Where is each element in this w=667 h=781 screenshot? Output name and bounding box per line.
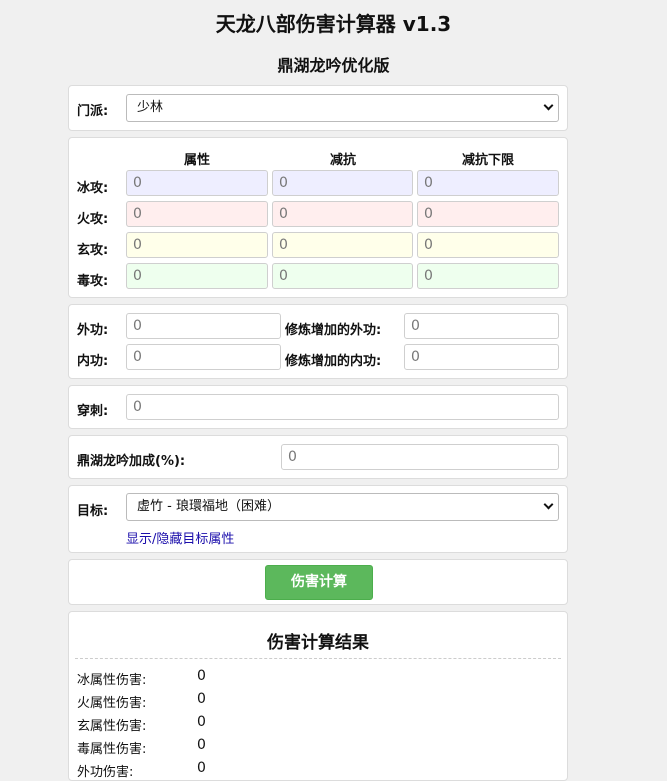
outer-bonus-input[interactable]: 0 [404, 313, 559, 339]
attributes-card: 属性 减抗 减抗下限 冰攻: 0 0 0 火攻: 0 0 0 玄攻: 0 0 0… [68, 137, 568, 298]
poison-attr-input[interactable]: 0 [126, 263, 268, 289]
calculate-button[interactable]: 伤害计算 [265, 565, 373, 600]
toggle-target-attributes-link[interactable]: 显示/隐藏目标属性 [126, 528, 234, 547]
target-select-value: 虚竹 - 琅環福地（困难） [137, 499, 280, 514]
sect-label: 门派: [77, 104, 109, 119]
outer-bonus-label: 修炼增加的外功: [285, 323, 382, 338]
inner-bonus-label: 修炼增加的内功: [285, 354, 382, 369]
results-title: 伤害计算结果 [267, 633, 369, 653]
result-fire-value: 0 [197, 691, 206, 707]
result-mystic-label: 玄属性伤害: [77, 719, 147, 734]
fire-reduce-input[interactable]: 0 [272, 201, 413, 227]
result-ice-value: 0 [197, 668, 206, 684]
fire-floor-input[interactable]: 0 [417, 201, 559, 227]
ice-label: 冰攻: [77, 181, 109, 196]
poison-label: 毒攻: [77, 274, 109, 289]
outer-attack-label: 外功: [77, 323, 109, 338]
page-title: 天龙八部伤害计算器 v1.3 [215, 12, 452, 36]
result-poison-label: 毒属性伤害: [77, 742, 147, 757]
col-header-resist-floor: 减抗下限 [461, 153, 514, 168]
pierce-card: 穿刺: 0 [68, 385, 568, 429]
chevron-down-icon [543, 499, 554, 510]
bonus-label: 鼎湖龙吟加成(%): [77, 454, 186, 469]
page-subtitle: 鼎湖龙吟优化版 [277, 56, 390, 75]
sect-select[interactable]: 少林 [126, 94, 559, 122]
mystic-attr-input[interactable]: 0 [126, 232, 268, 258]
result-mystic-value: 0 [197, 714, 206, 730]
results-card: 伤害计算结果 冰属性伤害: 0 火属性伤害: 0 玄属性伤害: 0 毒属性伤害:… [68, 611, 568, 781]
col-header-resist-reduce: 减抗 [329, 153, 356, 168]
pierce-label: 穿刺: [77, 404, 109, 419]
col-header-attr: 属性 [183, 153, 210, 168]
attack-card: 外功: 0 修炼增加的外功: 0 内功: 0 修炼增加的内功: 0 [68, 304, 568, 379]
page: 天龙八部伤害计算器 v1.3 鼎湖龙吟优化版 [0, 0, 667, 82]
inner-attack-label: 内功: [77, 354, 109, 369]
result-outer-label: 外功伤害: [77, 765, 134, 780]
inner-bonus-input[interactable]: 0 [404, 344, 559, 370]
calculate-card: 伤害计算 [68, 559, 568, 605]
mystic-reduce-input[interactable]: 0 [272, 232, 413, 258]
poison-reduce-input[interactable]: 0 [272, 263, 413, 289]
sect-select-value: 少林 [137, 100, 164, 115]
pierce-input[interactable]: 0 [126, 394, 559, 420]
bonus-input[interactable]: 0 [281, 444, 559, 470]
result-poison-value: 0 [197, 737, 206, 753]
fire-label: 火攻: [77, 212, 109, 227]
fire-attr-input[interactable]: 0 [126, 201, 268, 227]
inner-attack-input[interactable]: 0 [126, 344, 281, 370]
target-select[interactable]: 虚竹 - 琅環福地（困难） [126, 493, 559, 521]
target-card: 目标: 虚竹 - 琅環福地（困难） 显示/隐藏目标属性 [68, 485, 568, 553]
result-outer-value: 0 [197, 760, 206, 776]
bonus-card: 鼎湖龙吟加成(%): 0 [68, 435, 568, 479]
result-fire-label: 火属性伤害: [77, 696, 147, 711]
mystic-label: 玄攻: [77, 243, 109, 258]
ice-attr-input[interactable]: 0 [126, 170, 268, 196]
poison-floor-input[interactable]: 0 [417, 263, 559, 289]
outer-attack-input[interactable]: 0 [126, 313, 281, 339]
target-label: 目标: [77, 504, 109, 519]
ice-reduce-input[interactable]: 0 [272, 170, 413, 196]
chevron-down-icon [543, 100, 554, 111]
result-ice-label: 冰属性伤害: [77, 673, 147, 688]
mystic-floor-input[interactable]: 0 [417, 232, 559, 258]
ice-floor-input[interactable]: 0 [417, 170, 559, 196]
sect-card: 门派: 少林 [68, 85, 568, 131]
results-divider [75, 658, 561, 659]
